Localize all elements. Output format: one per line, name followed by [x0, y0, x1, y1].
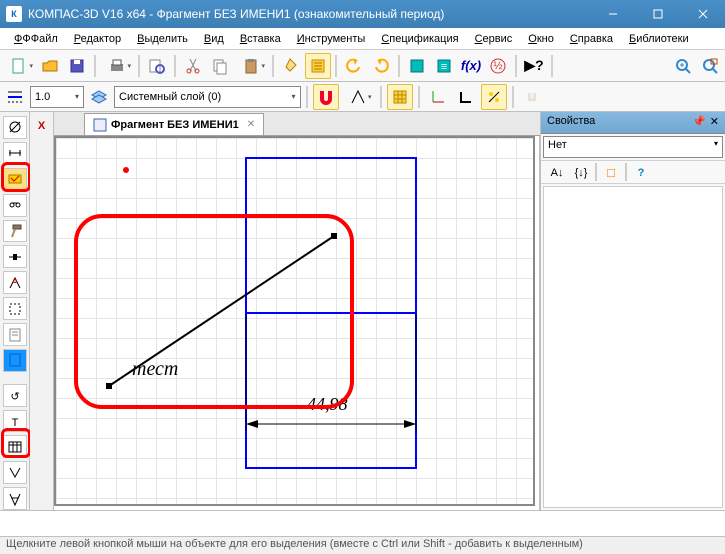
- pin-icon[interactable]: 📌: [692, 115, 706, 130]
- save-params-button[interactable]: [404, 53, 430, 79]
- menu-file[interactable]: ФФФайл: [6, 31, 66, 47]
- maximize-button[interactable]: [635, 0, 680, 28]
- paste-button[interactable]: [234, 53, 268, 79]
- menu-window[interactable]: Окно: [520, 31, 562, 47]
- ortho-button[interactable]: [453, 84, 479, 110]
- menu-service[interactable]: Сервис: [467, 31, 521, 47]
- tab-active[interactable]: Фрагмент БЕЗ ИМЕНИ1 ✕: [84, 113, 264, 135]
- menu-help[interactable]: Справка: [562, 31, 621, 47]
- menu-spec[interactable]: Спецификация: [373, 31, 466, 47]
- redo-button[interactable]: [368, 53, 394, 79]
- document-area: Фрагмент БЕЗ ИМЕНИ1 ✕: [54, 112, 540, 510]
- annotations-tool[interactable]: [3, 168, 27, 191]
- drawing-canvas[interactable]: тест 44,98: [54, 136, 540, 510]
- property-tools: A↓ {↓} ☐ ?: [541, 160, 725, 184]
- property-grid[interactable]: [543, 186, 723, 508]
- left-tool-palette: ↺ T: [0, 112, 30, 510]
- menu-view[interactable]: Вид: [196, 31, 232, 47]
- open-button[interactable]: [37, 53, 63, 79]
- status-text: Щелкните левой кнопкой мыши на объекте д…: [6, 538, 583, 550]
- menu-select[interactable]: Выделить: [129, 31, 196, 47]
- spec-tool[interactable]: [3, 323, 27, 346]
- snap-toggle[interactable]: [313, 84, 339, 110]
- panel-close-icon[interactable]: ✕: [710, 115, 719, 130]
- ucs-button[interactable]: [425, 84, 451, 110]
- properties-header: Свойства 📌✕: [541, 112, 725, 134]
- cut-button[interactable]: [180, 53, 206, 79]
- print-button[interactable]: [100, 53, 134, 79]
- fx-button[interactable]: f(x): [458, 53, 484, 79]
- line-style-button[interactable]: [2, 84, 28, 110]
- sort-list-button[interactable]: {↓}: [571, 163, 591, 183]
- table-tool[interactable]: [3, 435, 27, 458]
- dimensions-tool[interactable]: [3, 142, 27, 165]
- lineweight-combo[interactable]: 1.0: [30, 86, 84, 108]
- measure-tool[interactable]: [3, 271, 27, 294]
- tab-title: Фрагмент БЕЗ ИМЕНИ1: [111, 119, 239, 131]
- text-tool[interactable]: T: [3, 410, 27, 433]
- property-type-combo[interactable]: Нет: [543, 136, 723, 158]
- properties-button[interactable]: [305, 53, 331, 79]
- window-title: КОМПАС-3D V16 x64 - Фрагмент БЕЗ ИМЕНИ1 …: [28, 7, 590, 21]
- insert-tool[interactable]: ↺: [3, 384, 27, 407]
- close-button[interactable]: [680, 0, 725, 28]
- zoom-out-button[interactable]: [697, 53, 723, 79]
- preview-button[interactable]: [144, 53, 170, 79]
- property-help-button[interactable]: ?: [631, 163, 651, 183]
- svg-text:½: ½: [493, 60, 502, 72]
- variables-button[interactable]: ≡: [431, 53, 457, 79]
- select-tool[interactable]: [3, 297, 27, 320]
- new-doc-button[interactable]: [2, 53, 36, 79]
- hammer-tool[interactable]: [3, 220, 27, 243]
- menu-tools[interactable]: Инструменты: [289, 31, 374, 47]
- leader-tool[interactable]: [3, 461, 27, 484]
- main-toolbar: ≡ f(x) ½ ▶?: [0, 50, 725, 82]
- calc-button[interactable]: ½: [485, 53, 511, 79]
- params-tool[interactable]: [3, 245, 27, 268]
- undo-button[interactable]: [341, 53, 367, 79]
- sort-az-button[interactable]: A↓: [547, 163, 567, 183]
- edit-tool[interactable]: [3, 194, 27, 217]
- status-bar: Щелкните левой кнопкой мыши на объекте д…: [0, 536, 725, 554]
- menu-edit[interactable]: Редактор: [66, 31, 129, 47]
- drawing-text-label: тест: [132, 358, 178, 381]
- properties-panel: Свойства 📌✕ Нет A↓ {↓} ☐ ?: [540, 112, 725, 510]
- zoom-in-button[interactable]: [670, 53, 696, 79]
- document-tabs: Фрагмент БЕЗ ИМЕНИ1 ✕: [54, 112, 540, 136]
- app-icon: К: [6, 6, 22, 22]
- dimension-value: 44,98: [307, 394, 348, 415]
- svg-text:↺: ↺: [10, 391, 19, 403]
- geometry-tool[interactable]: [3, 116, 27, 139]
- snap-options[interactable]: [341, 84, 375, 110]
- svg-text:T: T: [11, 417, 18, 429]
- save-button[interactable]: [64, 53, 90, 79]
- group-button[interactable]: ☐: [601, 163, 621, 183]
- menu-lib[interactable]: Библиотеки: [621, 31, 697, 47]
- style-toolbar: 1.0 Системный слой (0): [0, 82, 725, 112]
- svg-text:≡: ≡: [441, 61, 447, 73]
- layer-icon[interactable]: [86, 84, 112, 110]
- layer-combo[interactable]: Системный слой (0): [114, 86, 301, 108]
- round-button[interactable]: [481, 84, 507, 110]
- menu-insert[interactable]: Вставка: [232, 31, 289, 47]
- copy-button[interactable]: [207, 53, 233, 79]
- format-painter-button[interactable]: [278, 53, 304, 79]
- tab-close-icon[interactable]: ✕: [247, 119, 255, 130]
- menu-bar: ФФФайл Редактор Выделить Вид Вставка Инс…: [0, 28, 725, 50]
- grid-toggle[interactable]: [387, 84, 413, 110]
- fragment-icon: [93, 118, 107, 132]
- delete-x-button[interactable]: X: [32, 116, 52, 136]
- title-bar: К КОМПАС-3D V16 x64 - Фрагмент БЕЗ ИМЕНИ…: [0, 0, 725, 28]
- reports-tool[interactable]: [3, 349, 27, 372]
- hand-pan-button[interactable]: [519, 84, 545, 110]
- hatch-tool[interactable]: [3, 487, 27, 510]
- left-tool-strip: X: [30, 112, 54, 510]
- bottom-pane: [0, 510, 725, 536]
- minimize-button[interactable]: [590, 0, 635, 28]
- help-pointer-button[interactable]: ▶?: [521, 53, 547, 79]
